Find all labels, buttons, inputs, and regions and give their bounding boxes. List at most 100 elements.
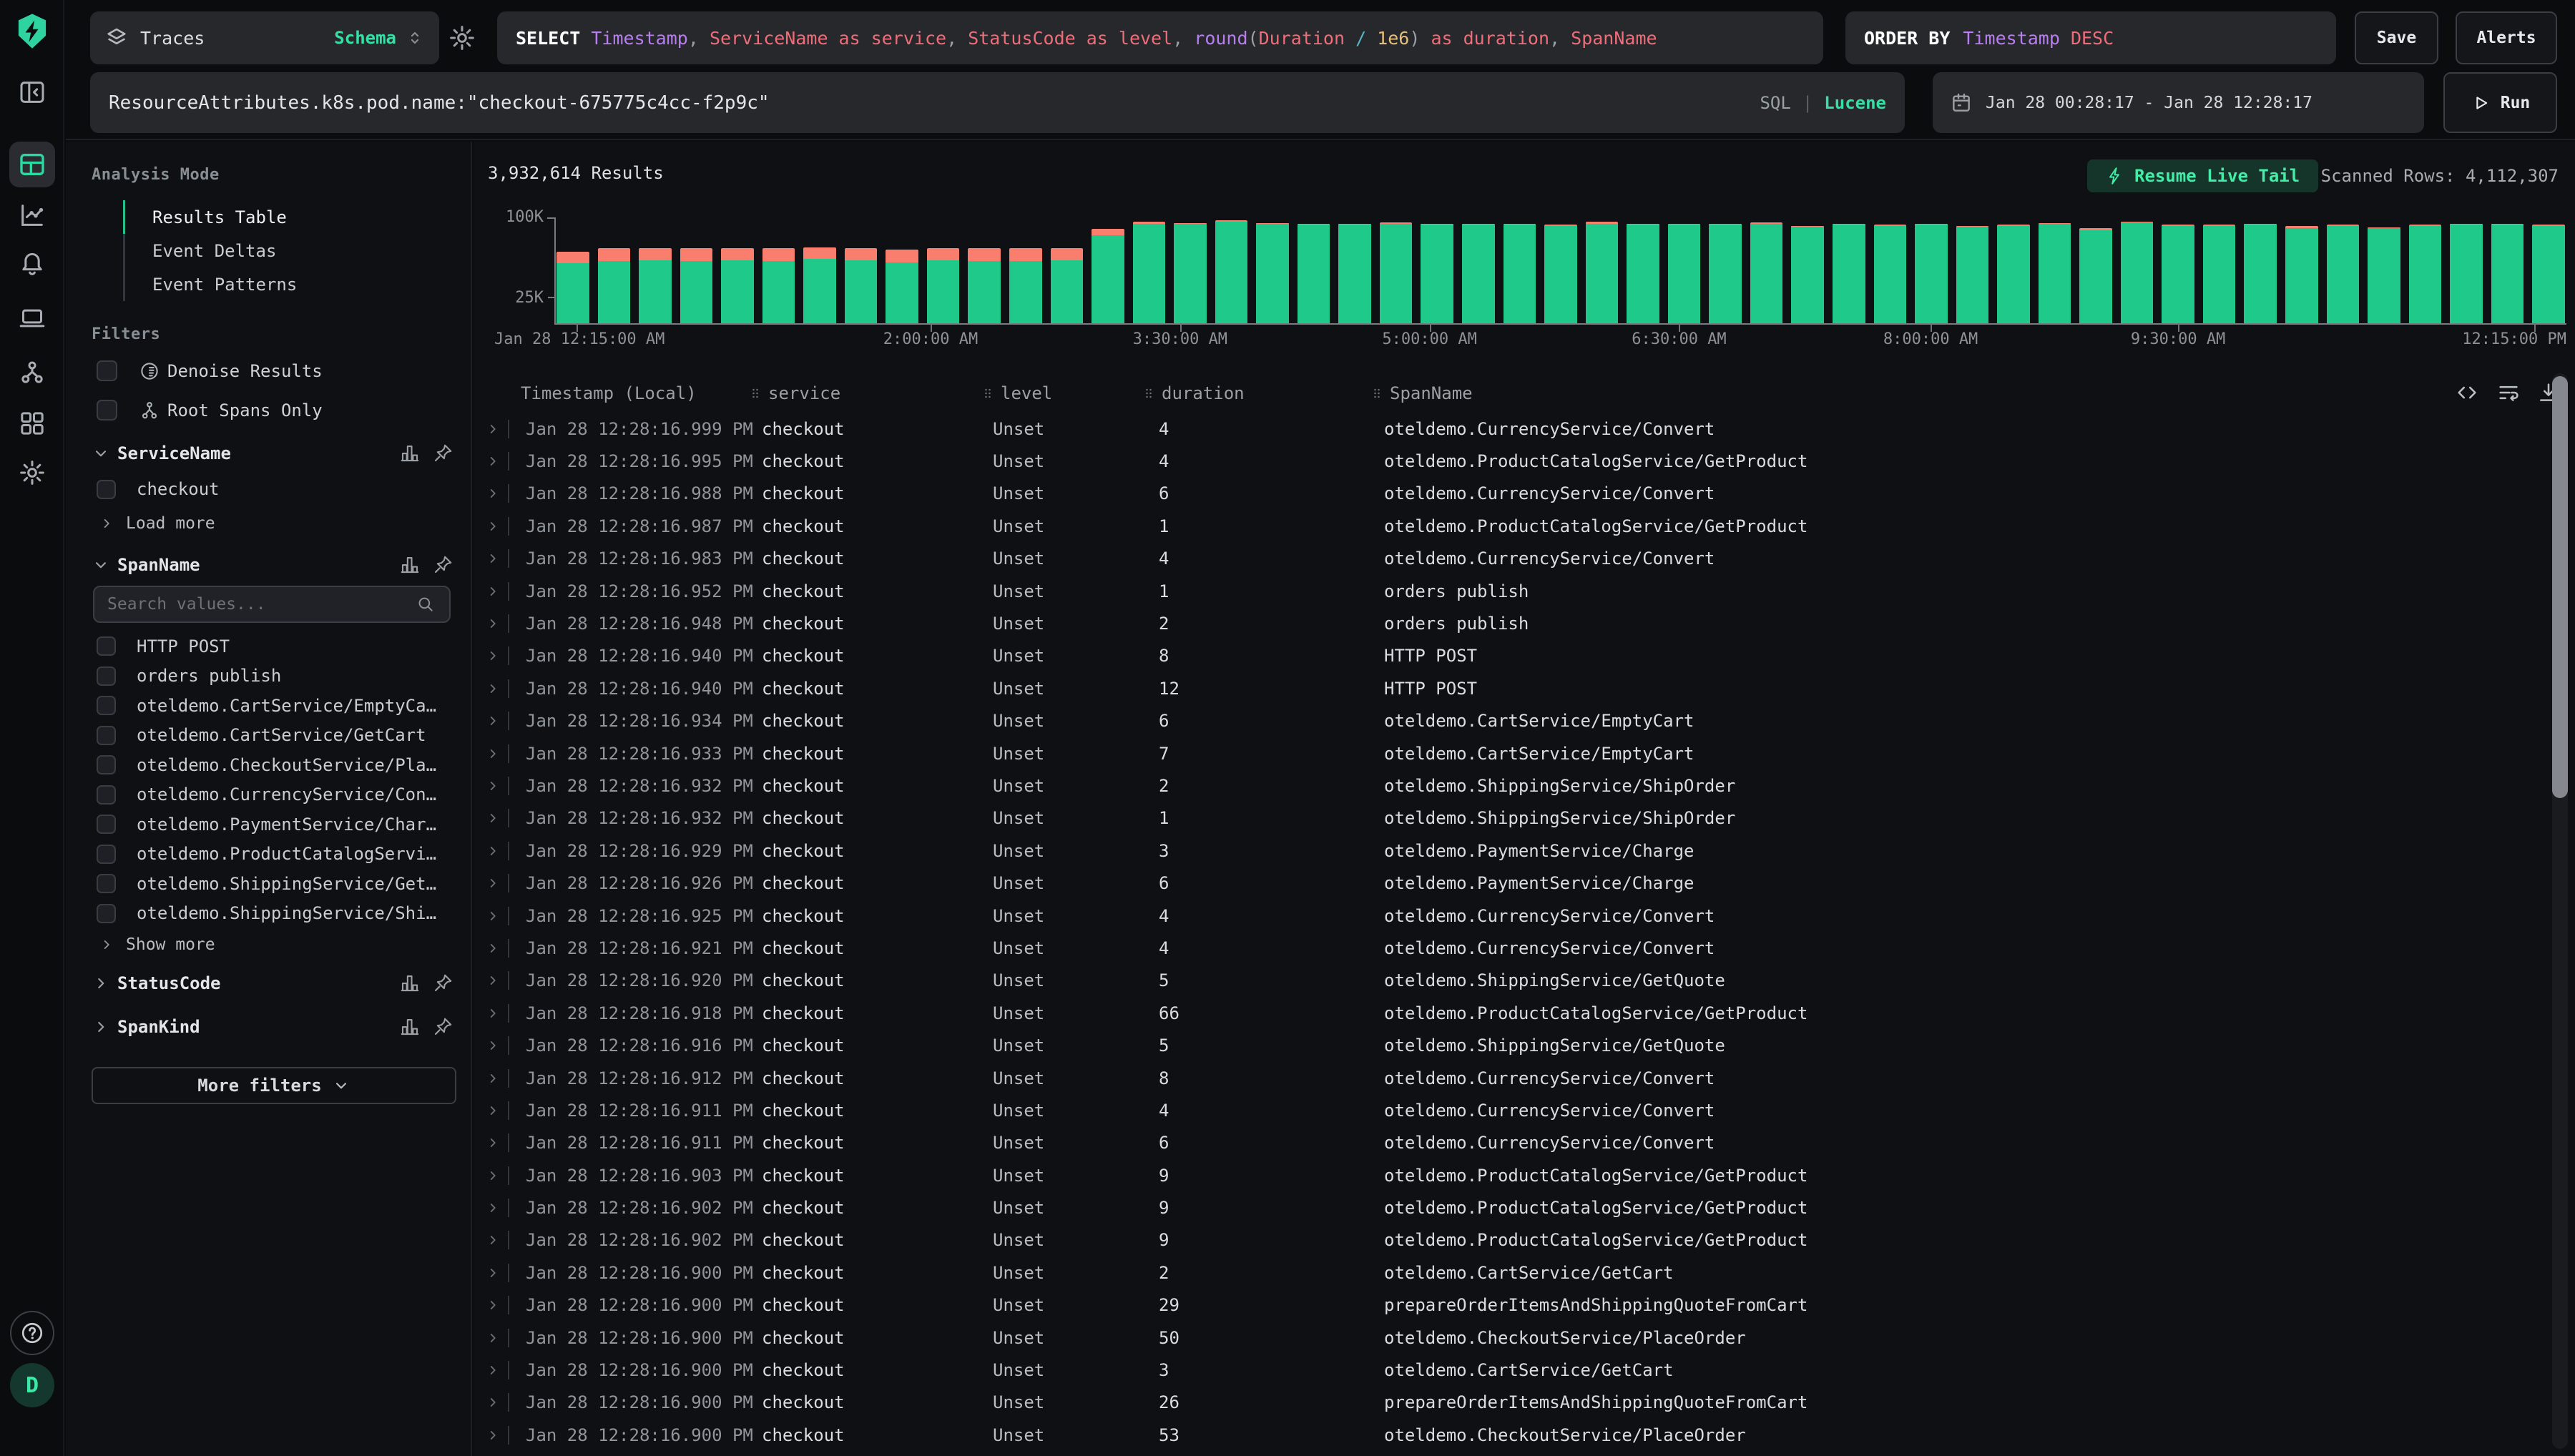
- expand-row[interactable]: [485, 843, 508, 859]
- histogram-bar[interactable]: [1750, 222, 1783, 323]
- expand-row[interactable]: [485, 421, 508, 437]
- histogram-bar[interactable]: [1133, 222, 1166, 323]
- lucene-toggle[interactable]: Lucene: [1824, 93, 1886, 113]
- toggle-root-spans-only[interactable]: Root Spans Only: [92, 390, 453, 430]
- facet-option[interactable]: oteldemo.ShippingService/Get…: [92, 869, 453, 899]
- column-header-spanname[interactable]: SpanName: [1370, 383, 2532, 403]
- table-row[interactable]: Jan 28 12:28:16.987 PMcheckoutUnset1otel…: [474, 510, 2532, 542]
- facet-spanname-header[interactable]: SpanName: [92, 547, 453, 583]
- expand-row-icon[interactable]: [485, 681, 501, 697]
- expand-row[interactable]: [485, 1103, 508, 1118]
- expand-row[interactable]: [485, 1232, 508, 1248]
- expand-row-icon[interactable]: [485, 584, 501, 599]
- table-row[interactable]: Jan 28 12:28:16.940 PMcheckoutUnset12HTT…: [474, 672, 2532, 704]
- search-bar[interactable]: SQL | Lucene: [90, 72, 1905, 133]
- select-query-input[interactable]: SELECT Timestamp, ServiceName as service…: [497, 11, 1823, 64]
- expand-row[interactable]: [485, 713, 508, 729]
- expand-row[interactable]: [485, 1200, 508, 1216]
- nav-dashboards-icon[interactable]: [16, 408, 48, 439]
- expand-row[interactable]: [485, 551, 508, 566]
- table-row[interactable]: Jan 28 12:28:16.903 PMcheckoutUnset9otel…: [474, 1159, 2532, 1191]
- histogram-bar[interactable]: [1380, 222, 1413, 323]
- facet-statuscode-header[interactable]: StatusCode: [92, 961, 453, 1005]
- histogram-bar[interactable]: [1915, 224, 1948, 323]
- expand-row-icon[interactable]: [485, 973, 501, 988]
- table-row[interactable]: Jan 28 12:28:16.925 PMcheckoutUnset4otel…: [474, 900, 2532, 932]
- histogram-bar[interactable]: [2532, 225, 2565, 323]
- histogram-bar[interactable]: [1298, 224, 1330, 323]
- wrap-lines-icon[interactable]: [2496, 379, 2524, 406]
- histogram-bar[interactable]: [1627, 224, 1659, 323]
- facet-chart-icon[interactable]: [399, 554, 421, 576]
- facet-option[interactable]: oteldemo.ShippingService/Shi…: [92, 899, 453, 929]
- expand-row[interactable]: [485, 810, 508, 826]
- checkbox[interactable]: [97, 785, 116, 805]
- facet-chart-icon[interactable]: [399, 1016, 421, 1038]
- table-row[interactable]: Jan 28 12:28:16.940 PMcheckoutUnset8HTTP…: [474, 640, 2532, 672]
- histogram-bar[interactable]: [2079, 228, 2112, 323]
- table-row[interactable]: Jan 28 12:28:16.900 PMcheckoutUnset26pre…: [474, 1387, 2532, 1419]
- histogram-bar[interactable]: [1874, 225, 1907, 323]
- table-row[interactable]: Jan 28 12:28:16.932 PMcheckoutUnset2otel…: [474, 769, 2532, 802]
- show-more-link[interactable]: Show more: [92, 928, 453, 961]
- expand-row[interactable]: [485, 1362, 508, 1378]
- table-row[interactable]: Jan 28 12:28:16.988 PMcheckoutUnset6otel…: [474, 478, 2532, 510]
- histogram-bar[interactable]: [1956, 226, 1989, 323]
- source-settings-gear-icon[interactable]: [448, 23, 478, 53]
- expand-row[interactable]: [485, 908, 508, 924]
- run-button[interactable]: Run: [2443, 72, 2557, 133]
- histogram-bar[interactable]: [2039, 223, 2071, 323]
- table-row[interactable]: Jan 28 12:28:16.948 PMcheckoutUnset2orde…: [474, 607, 2532, 639]
- table-row[interactable]: Jan 28 12:28:16.900 PMcheckoutUnset2otel…: [474, 1256, 2532, 1289]
- expand-row-icon[interactable]: [485, 1362, 501, 1378]
- table-row[interactable]: Jan 28 12:28:16.900 PMcheckoutUnset50ote…: [474, 1322, 2532, 1354]
- nav-settings-icon[interactable]: [16, 457, 48, 488]
- expand-row[interactable]: [485, 940, 508, 956]
- facet-pin-icon[interactable]: [432, 443, 453, 464]
- histogram-bar[interactable]: [1504, 224, 1536, 323]
- facet-spankind-header[interactable]: SpanKind: [92, 1005, 453, 1048]
- histogram-bar[interactable]: [886, 250, 918, 324]
- nav-service-map-icon[interactable]: [16, 357, 48, 388]
- checkbox[interactable]: [97, 400, 117, 420]
- expand-row-icon[interactable]: [485, 1330, 501, 1346]
- histogram-bar[interactable]: [2409, 225, 2442, 323]
- histogram-bar[interactable]: [1174, 223, 1207, 323]
- expand-row-icon[interactable]: [485, 1103, 501, 1118]
- table-row[interactable]: Jan 28 12:28:16.952 PMcheckoutUnset1orde…: [474, 575, 2532, 607]
- facet-option[interactable]: oteldemo.ProductCatalogServi…: [92, 840, 453, 870]
- expand-row[interactable]: [485, 1168, 508, 1184]
- expand-row-icon[interactable]: [485, 1265, 501, 1281]
- help-icon[interactable]: [10, 1311, 54, 1355]
- facet-chart-icon[interactable]: [399, 973, 421, 994]
- table-row[interactable]: Jan 28 12:28:16.926 PMcheckoutUnset6otel…: [474, 867, 2532, 899]
- expand-row-icon[interactable]: [485, 746, 501, 762]
- expand-row[interactable]: [485, 1330, 508, 1346]
- expand-row[interactable]: [485, 973, 508, 988]
- table-row[interactable]: Jan 28 12:28:16.902 PMcheckoutUnset9otel…: [474, 1224, 2532, 1256]
- expand-row[interactable]: [485, 1135, 508, 1151]
- column-header-duration[interactable]: duration: [1142, 383, 1370, 403]
- order-by-input[interactable]: ORDER BY Timestamp DESC: [1845, 11, 2336, 64]
- table-row[interactable]: Jan 28 12:28:16.900 PMcheckoutUnset53ote…: [474, 1419, 2532, 1451]
- histogram-bar[interactable]: [2491, 224, 2524, 323]
- expand-row-icon[interactable]: [485, 1427, 501, 1443]
- expand-row-icon[interactable]: [485, 940, 501, 956]
- checkbox[interactable]: [97, 636, 116, 656]
- table-row[interactable]: Jan 28 12:28:16.995 PMcheckoutUnset4otel…: [474, 445, 2532, 477]
- table-row[interactable]: Jan 28 12:28:16.916 PMcheckoutUnset5otel…: [474, 1029, 2532, 1061]
- histogram-bar[interactable]: [639, 248, 672, 323]
- sql-toggle[interactable]: SQL: [1760, 93, 1790, 113]
- checkbox[interactable]: [97, 904, 116, 923]
- table-row[interactable]: Jan 28 12:28:16.920 PMcheckoutUnset5otel…: [474, 965, 2532, 997]
- expand-row-icon[interactable]: [485, 778, 501, 794]
- expand-row[interactable]: [485, 1038, 508, 1053]
- histogram-bar[interactable]: [721, 248, 754, 323]
- table-row[interactable]: Jan 28 12:28:16.900 PMcheckoutUnset3otel…: [474, 1354, 2532, 1386]
- collapse-sidebar-icon[interactable]: [16, 77, 48, 108]
- save-button[interactable]: Save: [2355, 11, 2438, 64]
- histogram-bar[interactable]: [1338, 224, 1371, 323]
- analysis-mode-item[interactable]: Event Patterns: [123, 267, 453, 301]
- load-more-link[interactable]: Load more: [92, 507, 453, 540]
- expand-row-icon[interactable]: [485, 616, 501, 631]
